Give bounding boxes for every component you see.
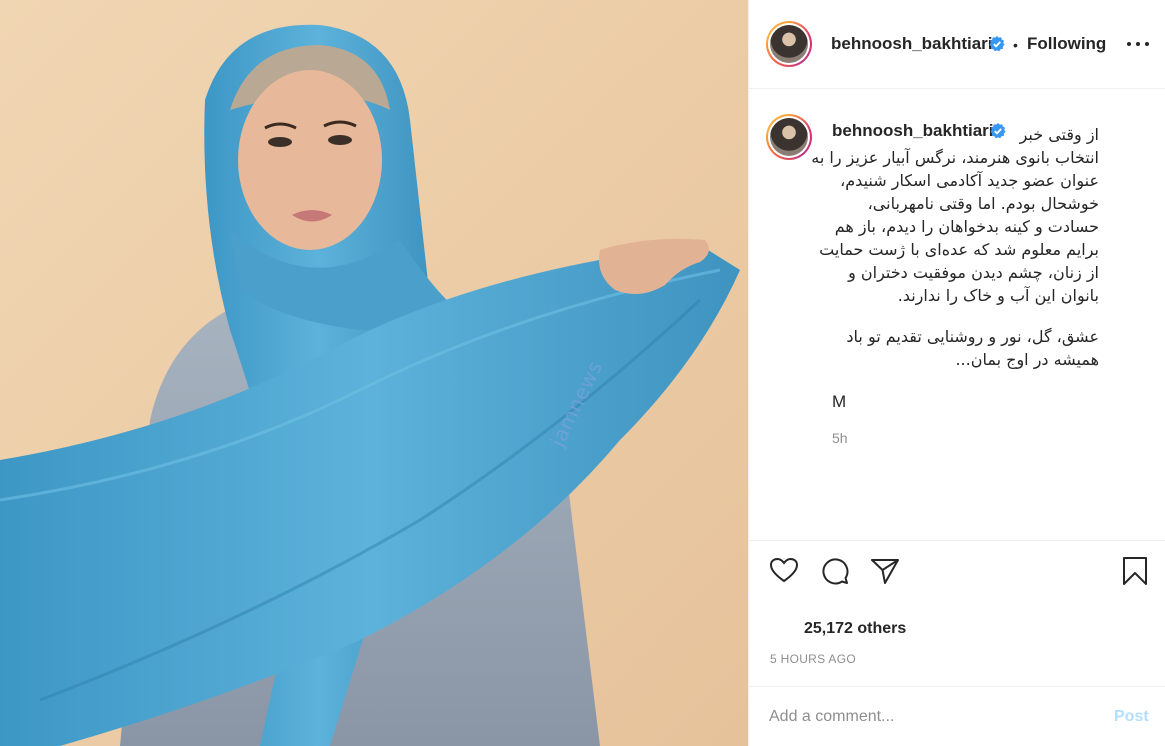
header-username[interactable]: behnoosh_bakhtiari <box>831 34 993 54</box>
heart-icon[interactable] <box>769 556 799 586</box>
caption-line: از زنان، چشم دیدن موفقیت دختران و <box>848 263 1099 282</box>
caption-area: behnoosh_bakhtiari از وقتی خبر انتخاب با… <box>749 90 1165 540</box>
post-comment-button[interactable]: Post <box>1114 708 1149 726</box>
verified-badge-icon <box>989 36 1005 52</box>
avatar[interactable] <box>766 21 812 67</box>
bookmark-icon[interactable] <box>1120 556 1150 586</box>
paper-plane-icon[interactable] <box>870 556 900 586</box>
caption-line: انتخاب بانوی هنرمند، نرگس آبیار عزیز را … <box>811 148 1099 167</box>
comment-input[interactable] <box>769 704 1089 730</box>
caption-line: همیشه در اوج بمان... <box>955 350 1099 369</box>
comment-bar: Post <box>749 686 1165 746</box>
avatar-image <box>770 25 808 63</box>
caption-body: انتخاب بانوی هنرمند، نرگس آبیار عزیز را … <box>769 146 1099 371</box>
caption-line: عنوان عضو جدید آکادمی اسکار شنیدم، <box>840 171 1099 190</box>
caption-line: خوشحال بودم. اما وقتی نامهربانی، <box>867 194 1099 213</box>
caption-line: عشق، گل، نور و روشنایی تقدیم تو باد <box>846 327 1099 346</box>
caption-line: بانوان این آب و خاک را ندارند. <box>897 286 1099 305</box>
post-photo[interactable]: jamnews <box>0 0 748 746</box>
caption-line: برایم معلوم شد که عده‌ای با ژست حمایت <box>819 240 1099 259</box>
caption-line: از وقتی خبر <box>1019 125 1099 144</box>
caption-line: حسادت و کینه بدخواهان را دیدم، باز هم <box>834 217 1099 236</box>
caption-time[interactable]: 5h <box>832 430 848 446</box>
caption-signature: M <box>832 392 847 411</box>
caption-text: از وقتی خبر <box>831 123 1099 146</box>
post-sidebar: behnoosh_bakhtiari • Following behnoosh_… <box>748 0 1165 746</box>
post-header: behnoosh_bakhtiari • Following <box>749 0 1165 89</box>
more-options-icon[interactable] <box>1123 33 1153 55</box>
comment-icon[interactable] <box>820 556 850 586</box>
post-timestamp[interactable]: 5 HOURS AGO <box>770 652 856 666</box>
post-image <box>0 0 748 746</box>
separator-dot: • <box>1013 37 1018 53</box>
following-button[interactable]: Following <box>1027 34 1106 54</box>
action-bar <box>749 540 1165 600</box>
likes-count[interactable]: 25,172 others <box>804 620 906 638</box>
